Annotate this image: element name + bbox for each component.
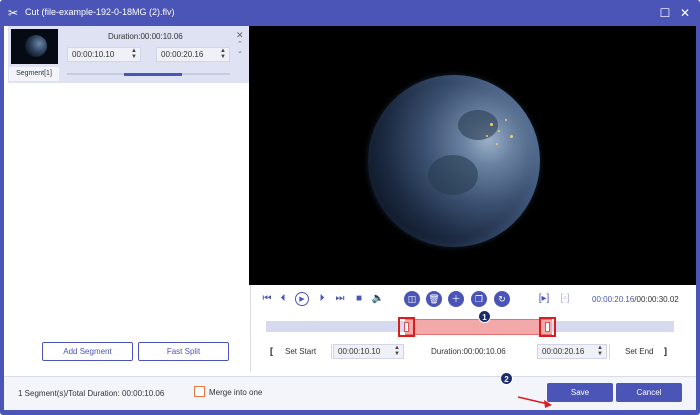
set-end-button[interactable]: Set End xyxy=(625,347,653,356)
jump-to-start-icon[interactable]: [▸] xyxy=(536,291,552,307)
cut-content: Segment[1] Duration:00:00:10.06 00:00:10… xyxy=(4,26,696,410)
play-icon[interactable]: ▶ xyxy=(295,292,309,306)
end-stepper-icon[interactable]: ▲ ▼ xyxy=(219,48,227,61)
reset-icon[interactable]: ↻ xyxy=(494,291,510,307)
current-time: 00:00:20.16 xyxy=(592,295,635,304)
start-stepper-icon[interactable]: ▲ ▼ xyxy=(130,48,138,61)
move-down-icon[interactable]: ⌄ xyxy=(237,47,243,55)
set-end-bracket: ] xyxy=(664,346,667,356)
segment-item[interactable]: Segment[1] Duration:00:00:10.06 00:00:10… xyxy=(8,26,251,83)
segment-start-field[interactable]: 00:00:10.10 ▲ ▼ xyxy=(67,47,141,62)
set-start-button[interactable]: Set Start xyxy=(285,347,316,356)
copy-icon[interactable]: ❐ xyxy=(471,291,487,307)
merge-checkbox[interactable] xyxy=(194,386,205,397)
next-frame-icon[interactable]: ⏵ xyxy=(315,292,329,306)
segment-range-track xyxy=(67,72,230,76)
merge-label: Merge into one xyxy=(209,388,263,397)
title-bar: ✂ Cut (file-example-192-0-18MG (2).flv) … xyxy=(0,0,700,26)
prev-frame-icon[interactable]: ⏴ xyxy=(276,292,290,306)
close-icon[interactable]: ✕ xyxy=(677,5,693,21)
cancel-button[interactable]: Cancel xyxy=(616,383,682,402)
set-start-bracket: [ xyxy=(270,346,273,356)
cut-window: ✂ Cut (file-example-192-0-18MG (2).flv) … xyxy=(0,0,700,415)
window-title: Cut (file-example-192-0-18MG (2).flv) xyxy=(25,7,175,17)
add-icon[interactable]: ＋ xyxy=(448,291,464,307)
delete-icon[interactable]: 🗑 xyxy=(426,291,442,307)
selected-range[interactable] xyxy=(405,319,552,335)
segment-duration: Duration:00:00:10.06 xyxy=(108,32,183,41)
volume-icon[interactable]: 🔈 xyxy=(371,292,385,306)
save-button[interactable]: Save xyxy=(547,383,613,402)
segment-end-field[interactable]: 00:00:20.16 ▲ ▼ xyxy=(156,47,230,62)
split-icon[interactable]: ◫ xyxy=(404,291,420,307)
annotation-arrow-icon xyxy=(517,396,552,408)
segment-start-value: 00:00:10.10 xyxy=(72,50,115,59)
end-time-stepper-icon[interactable]: ▲ ▼ xyxy=(596,345,604,358)
stop-icon[interactable]: ■ xyxy=(352,292,366,306)
segment-thumbnail xyxy=(11,29,58,64)
end-handle[interactable] xyxy=(539,317,556,337)
start-time-stepper-icon[interactable]: ▲ ▼ xyxy=(393,345,401,358)
earth-video-frame xyxy=(368,75,540,247)
end-time-value: 00:00:20.16 xyxy=(542,347,585,356)
segment-range-fill xyxy=(124,72,182,76)
add-segment-button[interactable]: Add Segment xyxy=(42,342,133,361)
total-time: /00:00:30.02 xyxy=(634,295,679,304)
segments-summary: 1 Segment(s)/Total Duration: 00:00:10.06 xyxy=(18,389,165,398)
trim-duration: Duration:00:00:10.06 xyxy=(431,347,506,356)
maximize-icon[interactable]: ☐ xyxy=(657,5,673,21)
jump-to-end-icon[interactable]: [▫] xyxy=(557,291,573,307)
fast-split-button[interactable]: Fast Split xyxy=(138,342,229,361)
annotation-marker-1: 1 xyxy=(478,310,491,323)
start-handle[interactable] xyxy=(398,317,415,337)
segment-label: Segment[1] xyxy=(9,67,59,81)
segment-panel: Segment[1] Duration:00:00:10.06 00:00:10… xyxy=(8,26,251,372)
start-time-value: 00:00:10.10 xyxy=(338,347,381,356)
playback-time: 00:00:20.16/00:00:30.02 xyxy=(592,295,679,304)
scissors-icon: ✂ xyxy=(7,6,19,20)
start-time-field[interactable]: 00:00:10.10 ▲ ▼ xyxy=(333,344,404,359)
earth-thumbnail-image xyxy=(25,35,47,57)
skip-end-icon[interactable]: ⏭ xyxy=(333,292,347,306)
annotation-marker-2: 2 xyxy=(500,372,513,385)
segment-end-value: 00:00:20.16 xyxy=(161,50,204,59)
end-time-field[interactable]: 00:00:20.16 ▲ ▼ xyxy=(537,344,607,359)
footer-bar: 1 Segment(s)/Total Duration: 00:00:10.06… xyxy=(4,376,696,410)
video-preview[interactable] xyxy=(249,26,696,285)
skip-start-icon[interactable]: ⏮ xyxy=(260,292,274,306)
